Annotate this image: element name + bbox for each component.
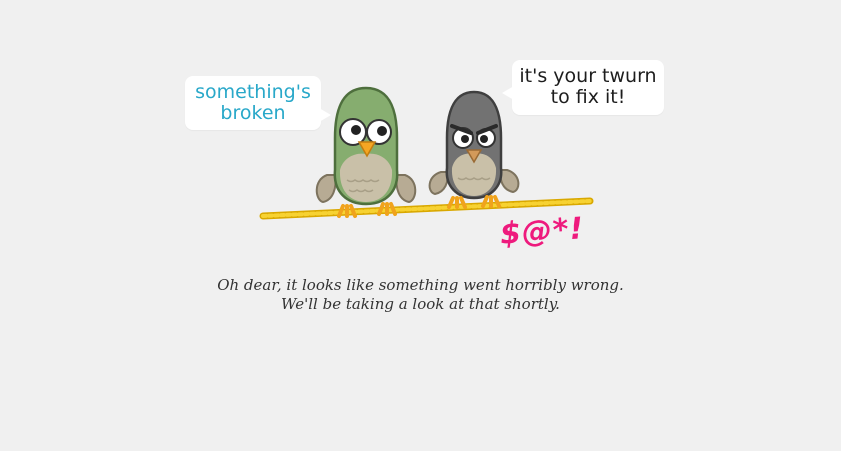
two-birds-on-rope-illustration <box>259 86 594 220</box>
grey-bird-icon <box>428 90 520 209</box>
error-message-line2: We'll be taking a look at that shortly. <box>281 295 560 313</box>
error-page: something's broken it's your twurn to fi… <box>0 0 841 451</box>
error-message: Oh dear, it looks like something went ho… <box>0 276 841 314</box>
green-bird-icon <box>315 86 417 218</box>
curse-text: $@*! <box>498 211 586 252</box>
error-message-line1: Oh dear, it looks like something went ho… <box>217 276 624 294</box>
